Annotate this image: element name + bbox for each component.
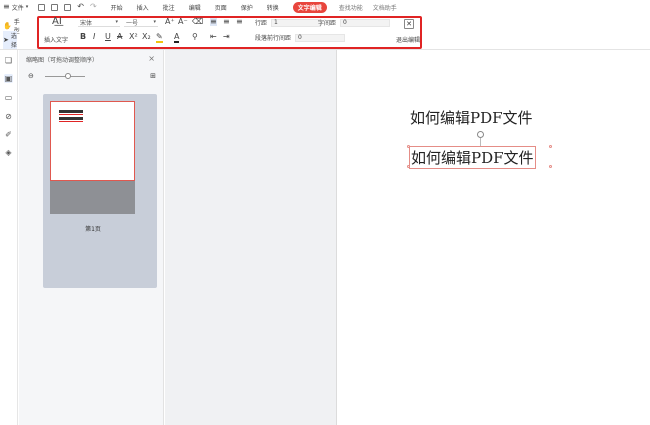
line-spacing-field: 行距 1 [255, 18, 322, 27]
line-spacing-label: 行距 [255, 20, 268, 27]
text-edit-ribbon: A͟I 插入文字 宋体 ▾ 一号 ▾ A⁺ A⁻ ⌫ ≡ ≡ ≡ B I U A… [0, 14, 650, 50]
rotate-handle[interactable] [477, 131, 484, 138]
bold-icon[interactable]: B [80, 33, 86, 41]
selected-text-block[interactable]: 如何编辑PDF文件 [409, 146, 536, 169]
thumb-selection-line [59, 114, 83, 115]
tab-annotate[interactable]: 批注 [163, 3, 175, 12]
comment-icon[interactable]: ▭ [4, 93, 13, 102]
char-spacing-input[interactable]: 0 [340, 18, 391, 27]
insert-text-button[interactable]: 插入文字 [44, 35, 68, 44]
font-size-select[interactable]: 一号 ▾ [124, 18, 158, 27]
superscript-icon[interactable]: X² [129, 33, 138, 41]
exit-edit-icon[interactable]: ✕ [404, 19, 414, 29]
tab-page[interactable]: 页面 [215, 3, 227, 12]
subscript-icon[interactable]: X₂ [142, 33, 151, 41]
italic-icon[interactable]: I [93, 33, 95, 41]
para-spacing-label: 段落前行间距 [255, 35, 292, 42]
resize-handle[interactable] [407, 145, 410, 148]
undo-icon[interactable]: ↶ [77, 3, 84, 11]
font-color-icon[interactable]: A [174, 33, 180, 43]
highlight-color-icon[interactable]: ✎ [156, 33, 163, 43]
chevron-down-icon: ▾ [25, 4, 29, 10]
hamburger-icon: ≡ [3, 2, 10, 11]
menubar-right: 查找功能 文档助手 [339, 3, 397, 12]
para-spacing-field: 段落前行间距 0 [255, 33, 346, 42]
print-icon[interactable] [64, 3, 72, 11]
strikethrough-icon[interactable]: A [117, 33, 122, 41]
format-painter-icon[interactable]: ⚲ [192, 33, 198, 41]
char-spacing-field: 字间距 0 [318, 18, 391, 27]
signature-icon[interactable]: ✐ [4, 130, 13, 139]
align-right-icon[interactable]: ≡ [236, 18, 243, 26]
zoom-slider-knob[interactable] [65, 73, 71, 79]
para-spacing-input[interactable]: 0 [295, 33, 346, 42]
thumb-text-line [59, 117, 83, 120]
thumbnail-page-label: 第1页 [85, 226, 101, 233]
resize-handle[interactable] [549, 165, 552, 168]
hand-icon: ✋ [3, 22, 12, 30]
document-workarea: 如何编辑PDF文件 如何编辑PDF文件 [165, 50, 650, 425]
left-tool-rail: ✋ 手型 ➤ 选择 ❏ ▣ ▭ ⊘ ✐ ◈ [0, 19, 20, 425]
tab-text-edit[interactable]: 文字编辑 [292, 1, 327, 13]
align-center-icon[interactable]: ≡ [223, 18, 230, 26]
clear-format-icon[interactable]: ⌫ [192, 18, 203, 26]
font-size-value: 一号 [126, 19, 139, 27]
text-block[interactable]: 如何编辑PDF文件 [410, 107, 533, 128]
redo-icon[interactable]: ↷ [90, 3, 97, 11]
thumb-text-line [59, 110, 83, 113]
thumbnail-zoom: ⊖ ⊞ [28, 72, 156, 82]
zoom-out-icon[interactable]: ⊖ [28, 72, 34, 80]
document-page[interactable]: 如何编辑PDF文件 如何编辑PDF文件 [336, 50, 650, 425]
resize-handle[interactable] [407, 165, 410, 168]
doc-assistant-link[interactable]: 文档助手 [373, 3, 397, 12]
thumb-selection-line [59, 121, 83, 122]
line-spacing-input[interactable]: 1 [271, 18, 322, 27]
indent-increase-icon[interactable]: ⇥ [223, 33, 230, 41]
thumbnail-page-image [50, 101, 135, 181]
file-menu[interactable]: ≡ 文件 ▾ [3, 3, 28, 12]
close-icon[interactable]: × [148, 54, 155, 63]
resize-handle[interactable] [549, 145, 552, 148]
tab-start[interactable]: 开始 [111, 3, 123, 12]
select-tool[interactable]: ➤ 选择 [3, 31, 17, 49]
exit-edit-button[interactable]: 退出编辑 [396, 35, 420, 44]
indent-decrease-icon[interactable]: ⇤ [210, 33, 217, 41]
zoom-in-icon[interactable]: ⊞ [150, 72, 156, 80]
search-feature-link[interactable]: 查找功能 [339, 3, 363, 12]
underline-icon[interactable]: U [105, 33, 111, 41]
font-shrink-icon[interactable]: A⁻ [178, 18, 188, 26]
rotate-stem [480, 138, 481, 146]
font-name-value: 宋体 [80, 19, 93, 27]
file-menu-label: 文件 [11, 4, 24, 12]
cursor-icon: ➤ [3, 36, 9, 44]
thumbnail-overflow [50, 181, 135, 214]
tab-insert[interactable]: 插入 [137, 3, 149, 12]
thumbnail-icon[interactable]: ▣ [4, 74, 13, 83]
save-icon[interactable] [51, 3, 59, 11]
quick-access-toolbar: ↶ ↷ [38, 3, 97, 11]
tab-protect[interactable]: 保护 [241, 3, 253, 12]
tab-edit[interactable]: 编辑 [189, 3, 201, 12]
align-left-icon[interactable]: ≡ [210, 18, 217, 26]
bookmark-icon[interactable]: ❏ [4, 56, 13, 65]
chevron-down-icon: ▾ [115, 19, 118, 25]
attachment-icon[interactable]: ⊘ [4, 112, 13, 121]
menu-bar: ≡ 文件 ▾ ↶ ↷ 开始 插入 批注 编辑 页面 保护 转换 文字编辑 查找功… [0, 0, 650, 14]
layers-icon[interactable]: ◈ [4, 148, 13, 157]
pdf-editor-window: ≡ 文件 ▾ ↶ ↷ 开始 插入 批注 编辑 页面 保护 转换 文字编辑 查找功… [0, 0, 650, 425]
ribbon-tabs: 开始 插入 批注 编辑 页面 保护 转换 文字编辑 [111, 1, 327, 13]
chevron-down-icon: ▾ [153, 19, 156, 25]
select-tool-label: 选择 [10, 33, 17, 49]
panel-title: 缩略图（可拖动调整顺序） [26, 57, 99, 64]
font-name-select[interactable]: 宋体 ▾ [78, 18, 120, 27]
thumbnail-panel: 缩略图（可拖动调整顺序） × ⊖ ⊞ 第1页 [19, 50, 164, 425]
char-spacing-label: 字间距 [318, 20, 337, 27]
font-grow-icon[interactable]: A⁺ [165, 18, 175, 26]
insert-text-icon[interactable]: A͟I [52, 17, 62, 27]
open-icon[interactable] [38, 3, 46, 11]
page-thumbnail[interactable]: 第1页 [43, 94, 157, 288]
tab-convert[interactable]: 转换 [267, 3, 279, 12]
